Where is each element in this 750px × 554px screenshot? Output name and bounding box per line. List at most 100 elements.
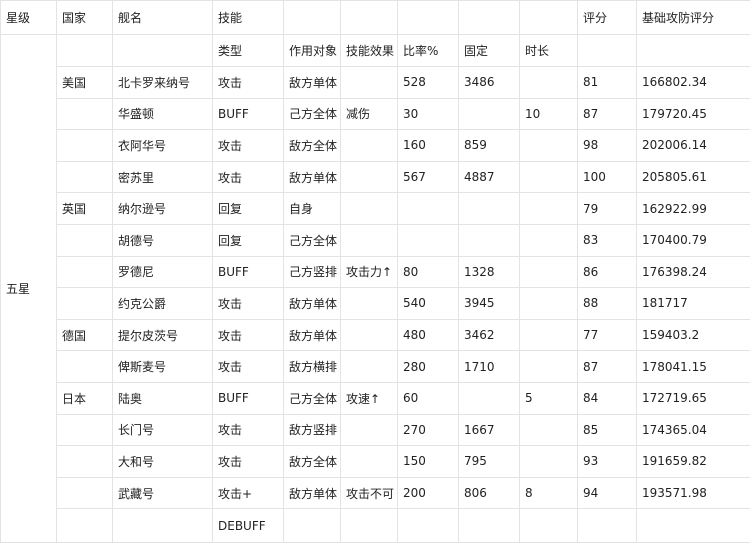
skill-fixed-cell: 1710 xyxy=(458,350,520,383)
base-score-cell: 172719.65 xyxy=(636,381,750,415)
skill-type-cell: BUFF xyxy=(212,255,284,289)
base-score-cell: 205805.61 xyxy=(636,160,750,194)
subheader-duration: 时长 xyxy=(519,34,578,67)
score-cell: 100 xyxy=(577,160,637,194)
skill-effect-cell xyxy=(340,350,398,383)
skill-type-cell: 回复 xyxy=(212,223,284,257)
ship-name-cell: 密苏里 xyxy=(112,160,213,194)
base-score-cell: 178041.15 xyxy=(636,350,750,383)
score-cell: 77 xyxy=(577,318,637,352)
country-cell xyxy=(56,160,113,194)
skill-ratio-cell: 540 xyxy=(397,287,459,320)
skill-target-cell: 敌方全体 xyxy=(283,445,341,478)
skill-fixed-cell: 859 xyxy=(458,129,520,162)
score-cell: 86 xyxy=(577,255,637,289)
base-score-cell: 193571.98 xyxy=(636,476,750,510)
skill-ratio-cell: 567 xyxy=(397,160,459,194)
skill-effect-cell xyxy=(340,287,398,320)
country-cell xyxy=(56,255,113,289)
skill-type-cell: 攻击 xyxy=(212,413,284,447)
ship-name-cell: 衣阿华号 xyxy=(112,129,213,162)
skill-fixed-cell: 3945 xyxy=(458,287,520,320)
score-cell: 87 xyxy=(577,350,637,383)
table-row: 大和号 攻击 敌方全体 150 795 93 191659.82 xyxy=(1,445,750,478)
skill-effect-cell xyxy=(340,318,398,352)
skill-type-cell: 攻击 xyxy=(212,129,284,162)
subheader-blank xyxy=(112,34,213,67)
ship-name-cell: 提尔皮茨号 xyxy=(112,318,213,352)
skill-type-cell: BUFF xyxy=(212,97,284,131)
header-row: 星级 国家 舰名 技能 评分 基础攻防评分 xyxy=(0,0,750,35)
skill-fixed-cell: 806 xyxy=(458,476,520,510)
skill-target-cell: 己方竖排 xyxy=(283,255,341,289)
country-cell: 美国 xyxy=(56,66,113,99)
ship-name-cell: 北卡罗来纳号 xyxy=(112,66,213,99)
table-row: 罗德尼 BUFF 己方竖排 攻击力↑ 80 1328 86 176398.24 xyxy=(1,255,750,289)
ship-name-cell: 俾斯麦号 xyxy=(112,350,213,383)
subheader-type: 类型 xyxy=(212,34,284,67)
table-row: 衣阿华号 攻击 敌方全体 160 859 98 202006.14 xyxy=(1,129,750,162)
skill-fixed-cell xyxy=(458,381,520,415)
skill-type-cell: 攻击 xyxy=(212,287,284,320)
skill-fixed-cell xyxy=(458,192,520,225)
country-cell xyxy=(56,223,113,257)
skill-target-cell: 己方全体 xyxy=(283,381,341,415)
ship-name-cell: 约克公爵 xyxy=(112,287,213,320)
score-cell: 79 xyxy=(577,192,637,225)
skill-type-cell: BUFF xyxy=(212,381,284,415)
skill-fixed-cell: 3486 xyxy=(458,66,520,99)
subheader-effect: 技能效果 xyxy=(340,34,398,67)
header-ship: 舰名 xyxy=(112,0,213,35)
skill-target-cell: 己方全体 xyxy=(283,97,341,131)
score-cell: 93 xyxy=(577,445,637,478)
skill-ratio-cell: 30 xyxy=(397,97,459,131)
skill-effect-cell xyxy=(340,508,398,544)
base-score-cell: 202006.14 xyxy=(636,129,750,162)
base-score-cell: 191659.82 xyxy=(636,445,750,478)
base-score-cell: 162922.99 xyxy=(636,192,750,225)
skill-fixed-cell xyxy=(458,223,520,257)
ship-name-cell: 胡德号 xyxy=(112,223,213,257)
skill-duration-cell xyxy=(519,445,578,478)
table-row: 华盛顿 BUFF 己方全体 减伤 30 10 87 179720.45 xyxy=(1,97,750,131)
skill-ratio-cell: 150 xyxy=(397,445,459,478)
skill-duration-cell: 8 xyxy=(519,476,578,510)
base-score-cell: 166802.34 xyxy=(636,66,750,99)
ship-name-cell: 武藏号 xyxy=(112,476,213,510)
header-base-score: 基础攻防评分 xyxy=(636,0,750,35)
ship-name-cell: 罗德尼 xyxy=(112,255,213,289)
table-row: 德国 提尔皮茨号 攻击 敌方单体 480 3462 77 159403.2 xyxy=(1,318,750,352)
skill-duration-cell: 10 xyxy=(519,97,578,131)
ship-name-cell: 长门号 xyxy=(112,413,213,447)
score-cell: 84 xyxy=(577,381,637,415)
base-score-cell: 179720.45 xyxy=(636,97,750,131)
skill-target-cell: 敌方单体 xyxy=(283,318,341,352)
skill-duration-cell xyxy=(519,318,578,352)
subheader-blank xyxy=(636,34,750,67)
skill-target-cell xyxy=(283,508,341,544)
skill-target-cell: 己方全体 xyxy=(283,223,341,257)
skill-type-cell: 攻击 xyxy=(212,160,284,194)
score-cell: 88 xyxy=(577,287,637,320)
skill-target-cell: 敌方全体 xyxy=(283,129,341,162)
skill-effect-cell xyxy=(340,160,398,194)
header-blank xyxy=(283,0,341,35)
ship-name-cell: 华盛顿 xyxy=(112,97,213,131)
base-score-cell xyxy=(636,508,750,544)
score-cell: 98 xyxy=(577,129,637,162)
skill-effect-cell xyxy=(340,223,398,257)
skill-ratio-cell: 80 xyxy=(397,255,459,289)
skill-effect-cell: 攻速↑ xyxy=(340,381,398,415)
skill-duration-cell xyxy=(519,160,578,194)
skill-effect-cell xyxy=(340,66,398,99)
skill-duration-cell xyxy=(519,508,578,544)
skill-ratio-cell: 480 xyxy=(397,318,459,352)
skill-target-cell: 敌方单体 xyxy=(283,160,341,194)
table-row: 密苏里 攻击 敌方单体 567 4887 100 205805.61 xyxy=(1,160,750,194)
score-cell: 85 xyxy=(577,413,637,447)
skill-ratio-cell xyxy=(397,508,459,544)
skill-ratio-cell: 60 xyxy=(397,381,459,415)
skill-effect-cell xyxy=(340,129,398,162)
skill-fixed-cell xyxy=(458,508,520,544)
score-cell: 83 xyxy=(577,223,637,257)
